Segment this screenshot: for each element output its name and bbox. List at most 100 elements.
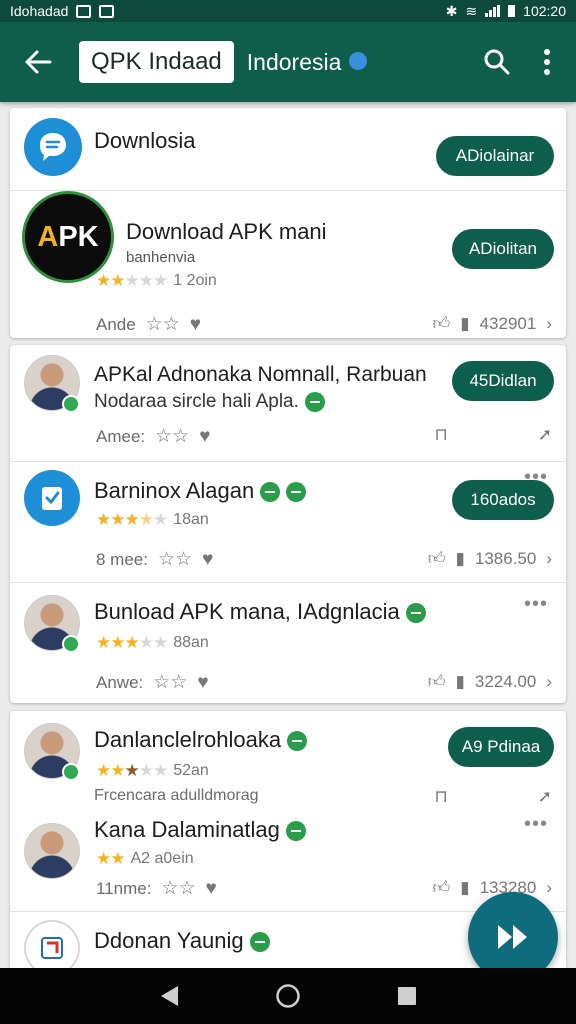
verified-icon — [287, 731, 308, 752]
shield-icon — [349, 51, 368, 70]
item-meta: Ande ☆☆ ♥ — [96, 313, 201, 336]
search-icon — [484, 49, 510, 75]
gift-icon[interactable]: ⊓ — [434, 425, 447, 445]
download-button[interactable]: 160ados — [452, 480, 554, 520]
rating-stars: ★★★ ★ ★ 18an — [96, 510, 209, 529]
item-title: Barninox Alagan — [94, 478, 307, 504]
gift-icon[interactable]: ⊓ — [434, 787, 447, 807]
list-item[interactable]: A PK Download APK mani banhenvia ★★ ★★★ 1 2… — [10, 191, 566, 338]
rating-count: 1 2oin — [173, 272, 217, 289]
square-recents-icon — [397, 987, 416, 1005]
verified-badge-icon — [62, 763, 80, 781]
region-text: Indoresia — [246, 48, 342, 75]
heart-icon[interactable]: ♥ — [190, 314, 201, 336]
triangle-back-icon — [161, 986, 179, 1006]
item-subtitle: Nodaraa sircle hali Apla. — [94, 391, 325, 413]
download-button[interactable]: A9 Pdinaa — [448, 727, 554, 767]
clipboard-icon — [24, 470, 80, 526]
meta-label: 11nme: — [96, 878, 152, 898]
item-actions: ⊓ ➚ — [434, 787, 552, 807]
rating-stars: ★★ A2 a0ein — [96, 849, 194, 868]
bookmark-icon[interactable]: ▮ — [460, 878, 469, 898]
meta-label: Frcencara adulldmorag — [94, 787, 259, 804]
item-count: 1386.50 — [474, 548, 537, 568]
notification-icon — [76, 4, 92, 18]
share-icon[interactable]: › — [546, 314, 552, 334]
star-outline-icon[interactable]: ☆☆ — [153, 671, 187, 694]
list-item[interactable]: Danlanclelrohloaka ★★ ★ ★★ 52an Frcencara a… — [10, 711, 566, 807]
share-icon[interactable]: › — [546, 878, 552, 898]
more-horizontal-icon[interactable]: ••• — [524, 593, 548, 616]
bluetooth-icon: ✱ — [445, 2, 458, 19]
list-item[interactable]: Bunload APK mana, IAdgnlacia ★★★ ★★ 88an A… — [10, 583, 566, 703]
rating-stars: ★★★ ★★ 88an — [96, 633, 209, 652]
back-button[interactable] — [0, 22, 76, 102]
list-item[interactable]: Kana Dalaminatlag ★★ A2 a0ein 11nme: ☆☆ ♥ 👍… — [10, 807, 566, 911]
bookmark-icon[interactable]: ▮ — [456, 672, 465, 692]
star-outline-icon[interactable]: ☆☆ — [146, 313, 180, 336]
item-title: Bunload APK mana, IAdgnlacia — [94, 599, 426, 625]
item-title: Download APK mani — [126, 219, 327, 244]
share-icon[interactable]: › — [546, 549, 552, 569]
rating-count: 18an — [173, 511, 209, 528]
item-title-text: Barninox Alagan — [94, 478, 255, 503]
list-item[interactable]: APKal Adnonaka Nomnall, Rarbuan Nodaraa … — [10, 345, 566, 461]
download-button[interactable]: ADiolainar — [436, 136, 554, 176]
arrow-left-icon — [25, 50, 52, 74]
rating-count: 52an — [173, 762, 209, 779]
item-title: Ddonan Yaunig — [94, 928, 270, 954]
result-card-2: APKal Adnonaka Nomnall, Rarbuan Nodaraa … — [10, 345, 566, 703]
meta-label: Ande — [96, 314, 136, 334]
carrier-label: Idohadad — [10, 3, 69, 19]
meta-label: Anwe: — [96, 672, 144, 692]
nav-home-button[interactable] — [273, 981, 303, 1011]
rating-count: 88an — [173, 634, 209, 651]
download-button[interactable]: ADiolitan — [452, 229, 554, 269]
star-outline-icon[interactable]: ☆☆ — [158, 548, 192, 571]
heart-icon[interactable]: ♥ — [202, 549, 213, 571]
item-meta: 8 mee: ☆☆ ♥ — [96, 548, 213, 571]
item-actions: 👍︎ ▮ 1386.50 › — [428, 548, 552, 569]
more-horizontal-icon[interactable]: ••• — [524, 813, 548, 836]
heart-icon[interactable]: ♥ — [206, 878, 217, 900]
search-button[interactable] — [472, 37, 522, 87]
verified-badge-icon — [62, 395, 80, 413]
list-item[interactable]: Barninox Alagan ★★★ ★ ★ 18an 8 mee: ☆☆ ♥ 👍︎ ▮ 1… — [10, 462, 566, 582]
star-outline-icon[interactable]: ☆☆ — [155, 425, 189, 448]
item-count: 432901 — [479, 313, 537, 333]
star-outline-icon[interactable]: ☆☆ — [161, 877, 195, 900]
share-icon[interactable]: ➚ — [538, 787, 552, 807]
item-title: Danlanclelrohloaka — [94, 727, 308, 753]
thumbs-up-icon[interactable]: 👍︎ — [432, 877, 450, 898]
meta-label: 8 mee: — [96, 549, 148, 569]
app-bar: QPK Indaad Indoresia — [0, 22, 576, 102]
download-button[interactable]: 45Didlan — [452, 361, 554, 401]
share-icon[interactable]: › — [546, 672, 552, 692]
heart-icon[interactable]: ♥ — [197, 672, 208, 694]
tile-icon — [24, 920, 80, 968]
list-item[interactable]: Downlosia ADiolainar — [10, 108, 566, 190]
chat-bubble-icon — [24, 118, 82, 176]
signal-icon — [485, 5, 501, 17]
thumbs-up-icon[interactable]: 👍︎ — [428, 548, 446, 569]
item-meta: Anwe: ☆☆ ♥ — [96, 671, 209, 694]
nav-recents-button[interactable] — [392, 981, 422, 1011]
heart-icon[interactable]: ♥ — [199, 426, 210, 448]
status-bar: Idohadad ✱ ≋ 102:20 — [0, 0, 576, 22]
item-subtitle: banhenvia — [126, 249, 196, 266]
thumbs-up-icon[interactable]: 👍︎ — [432, 313, 450, 334]
avatar — [24, 823, 80, 879]
search-query-chip[interactable]: QPK Indaad — [79, 41, 234, 83]
bookmark-icon[interactable]: ▮ — [456, 549, 465, 569]
share-icon[interactable]: ➚ — [538, 425, 552, 445]
nav-back-button[interactable] — [154, 981, 184, 1011]
rating-count: A2 a0ein — [130, 850, 194, 867]
rating-stars: ★★ ★ ★★ 52an — [96, 761, 209, 780]
bookmark-icon[interactable]: ▮ — [460, 314, 469, 334]
overflow-menu-button[interactable] — [522, 37, 572, 87]
meta-label: Amee: — [96, 426, 146, 446]
verified-icon — [260, 482, 281, 503]
thumbs-up-icon[interactable]: 👍︎ — [428, 671, 446, 692]
item-title: Kana Dalaminatlag — [94, 817, 306, 843]
region-label: Indoresia — [247, 49, 368, 76]
